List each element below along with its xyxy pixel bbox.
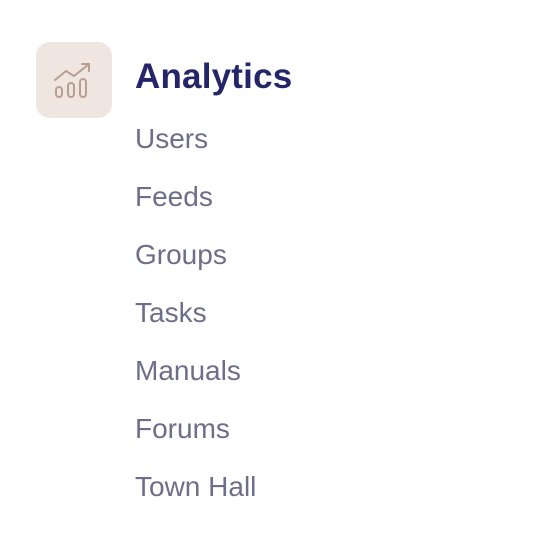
list-item: Users <box>135 118 256 176</box>
list-item: Tasks <box>135 292 256 350</box>
link-feeds[interactable]: Feeds <box>135 176 213 218</box>
link-manuals[interactable]: Manuals <box>135 350 241 392</box>
list-item: Town Hall <box>135 466 256 524</box>
list-item: Manuals <box>135 350 256 408</box>
analytics-links: Users Feeds Groups Tasks Manuals Forums … <box>135 118 256 524</box>
analytics-menu: Analytics Users Feeds Groups Tasks Manua… <box>0 0 548 552</box>
link-tasks[interactable]: Tasks <box>135 292 207 334</box>
link-town-hall[interactable]: Town Hall <box>135 466 256 508</box>
analytics-icon-tile <box>36 42 112 118</box>
link-users[interactable]: Users <box>135 118 208 160</box>
link-groups[interactable]: Groups <box>135 234 227 276</box>
list-item: Forums <box>135 408 256 466</box>
link-forums[interactable]: Forums <box>135 408 230 450</box>
list-item: Groups <box>135 234 256 292</box>
chart-trending-up-icon <box>54 63 90 98</box>
list-item: Feeds <box>135 176 256 234</box>
analytics-heading: Analytics <box>135 57 293 96</box>
